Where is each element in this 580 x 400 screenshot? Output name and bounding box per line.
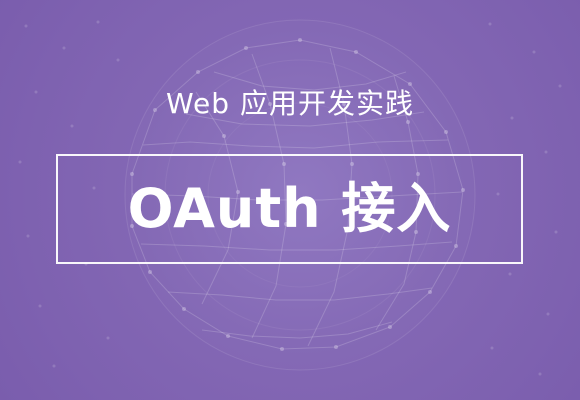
course-subtitle: Web 应用开发实践 — [166, 87, 414, 120]
course-title: OAuth 接入 — [127, 177, 452, 240]
title-frame: OAuth 接入 — [56, 154, 523, 264]
course-banner: Web 应用开发实践 OAuth 接入 — [0, 0, 580, 400]
